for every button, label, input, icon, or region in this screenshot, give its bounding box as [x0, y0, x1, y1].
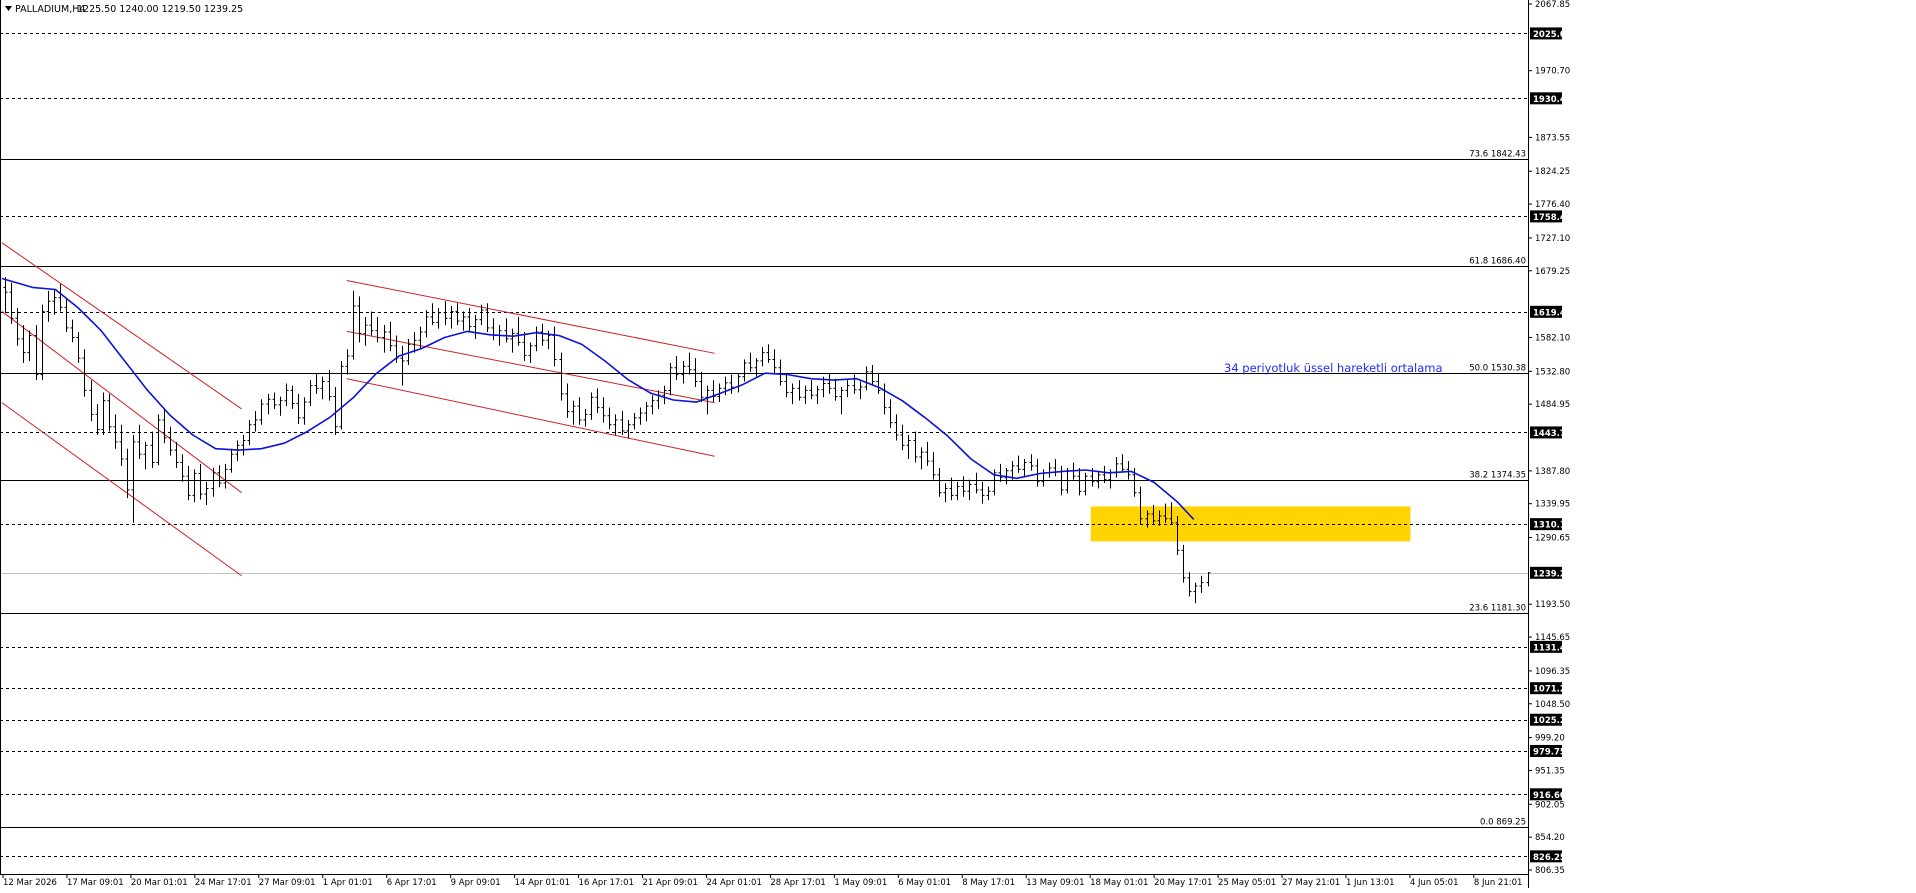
price-level-tag-text: 1131.40: [1533, 643, 1572, 653]
price-level-tag-text: 1310.15: [1533, 521, 1572, 531]
fibonacci-level-label: 73.6 1842.43: [1469, 150, 1526, 160]
price-level-tag-text: 979.75: [1533, 747, 1566, 757]
price-level-tag[interactable]: 2025.00: [1530, 27, 1572, 40]
time-tick-label: 12 Mar 2026: [3, 878, 57, 888]
time-tick-label: 20 May 17:01: [1154, 878, 1212, 888]
price-tick-label: 1484.95: [1535, 400, 1570, 410]
resistance-zone-highlight: [1090, 506, 1411, 542]
price-tick-label: 1679.25: [1535, 267, 1570, 277]
fibonacci-level-label: 23.6 1181.30: [1469, 604, 1526, 614]
time-tick-label: 8 May 17:01: [962, 878, 1015, 888]
price-tick-label: 1096.35: [1535, 667, 1570, 677]
time-tick-label: 21 Apr 09:01: [642, 878, 697, 888]
price-level-tag-text: 826.25: [1533, 853, 1566, 863]
price-tick-label: 806.35: [1535, 866, 1565, 876]
price-level-tag[interactable]: 979.75: [1530, 744, 1566, 758]
ema-annotation: 34 periyotluk üssel hareketli ortalama: [1224, 361, 1443, 375]
price-tick-label: 1970.70: [1535, 67, 1570, 77]
price-tick-label: 1776.40: [1535, 200, 1570, 210]
price-level-tag[interactable]: 916.60: [1530, 788, 1566, 801]
price-tick-label: 1387.80: [1535, 467, 1570, 477]
price-level-tag-text: 1071.20: [1533, 685, 1572, 695]
price-level-tag[interactable]: 1619.45: [1530, 305, 1572, 319]
time-tick-label: 28 Apr 17:01: [770, 878, 825, 888]
fibonacci-level-label: 0.0 869.25: [1480, 818, 1526, 828]
price-level-tag-text: 1619.45: [1533, 308, 1572, 318]
time-tick-label: 17 Mar 09:01: [67, 878, 124, 888]
price-level-tag-text: 1443.75: [1533, 429, 1572, 439]
time-tick-label: 6 May 01:01: [898, 878, 951, 888]
price-tick-label: 951.35: [1535, 766, 1565, 776]
price-level-tag-text: 1758.45: [1533, 213, 1572, 223]
time-tick-label: 1 Jun 13:01: [1346, 878, 1395, 888]
price-tick-label: 1048.50: [1535, 700, 1570, 710]
time-tick-label: 16 Apr 17:01: [579, 878, 634, 888]
price-level-tag[interactable]: 1071.20: [1530, 682, 1572, 695]
price-tick-label: 1339.95: [1535, 500, 1570, 510]
time-tick-label: 13 May 09:01: [1026, 878, 1084, 888]
price-tick-label: 1873.55: [1535, 133, 1570, 143]
price-level-tag[interactable]: 1758.45: [1530, 210, 1572, 223]
price-tick-label: 854.20: [1535, 833, 1565, 843]
fibonacci-level-label: 50.0 1530.38: [1469, 364, 1526, 374]
price-level-tag[interactable]: 1131.40: [1530, 640, 1572, 654]
price-tick-label: 999.20: [1535, 734, 1565, 744]
price-chart[interactable]: 73.6 1842.43 61.8 1686.40 50.0 1530.38 38.2…: [0, 0, 1916, 888]
time-tick-label: 20 Mar 01:01: [131, 878, 188, 888]
time-tick-label: 6 Apr 17:01: [387, 878, 437, 888]
price-level-tag-text: 1239.25: [1533, 569, 1572, 579]
price-level-tag[interactable]: 1025.25: [1530, 713, 1572, 727]
price-tick-label: 1193.50: [1535, 600, 1570, 610]
price-tick-label: 2067.85: [1535, 0, 1570, 10]
price-level-tag[interactable]: 1930.45: [1530, 92, 1572, 105]
price-tick-label: 1824.25: [1535, 167, 1570, 177]
time-tick-label: 25 May 05:01: [1218, 878, 1276, 888]
price-level-tag[interactable]: 826.25: [1530, 850, 1566, 863]
price-tick-label: 1532.80: [1535, 367, 1570, 377]
price-tick-label: 1290.65: [1535, 534, 1570, 544]
time-tick-label: 24 Mar 17:01: [195, 878, 252, 888]
chart-area[interactable]: 73.6 1842.43 61.8 1686.40 50.0 1530.38 38.2…: [0, 0, 1916, 888]
time-tick-label: 9 Apr 09:01: [451, 878, 501, 888]
time-tick-label: 27 May 21:01: [1282, 878, 1340, 888]
price-level-tag-text: 2025.00: [1533, 30, 1572, 40]
price-tick-label: 902.05: [1535, 800, 1565, 810]
time-tick-label: 24 Apr 01:01: [706, 878, 761, 888]
price-level-tag-text: 916.60: [1533, 791, 1566, 801]
time-tick-label: 4 Jun 05:01: [1410, 878, 1459, 888]
price-level-tag[interactable]: 1310.15: [1530, 518, 1572, 531]
fibonacci-level-label: 38.2 1374.35: [1469, 471, 1526, 481]
time-tick-label: 18 May 01:01: [1090, 878, 1148, 888]
price-level-tag-text: 1930.45: [1533, 95, 1572, 105]
symbol-label: PALLADIUM,H4: [15, 4, 85, 15]
price-tick-label: 1582.10: [1535, 333, 1570, 343]
price-level-tag-text: 1025.25: [1533, 716, 1572, 726]
time-tick-label: 1 May 09:01: [834, 878, 887, 888]
time-tick-label: 14 Apr 01:01: [515, 878, 570, 888]
time-tick-label: 8 Jun 21:01: [1474, 878, 1523, 888]
time-tick-label: 27 Mar 09:01: [259, 878, 316, 888]
price-level-tag[interactable]: 1239.25: [1530, 566, 1572, 580]
fibonacci-level-label: 61.8 1686.40: [1469, 257, 1526, 267]
price-level-tag[interactable]: 1443.75: [1530, 426, 1572, 439]
time-tick-label: 1 Apr 01:01: [323, 878, 373, 888]
ohlc-values: 1225.50 1240.00 1219.50 1239.25: [77, 4, 243, 15]
price-tick-label: 1727.10: [1535, 234, 1570, 244]
